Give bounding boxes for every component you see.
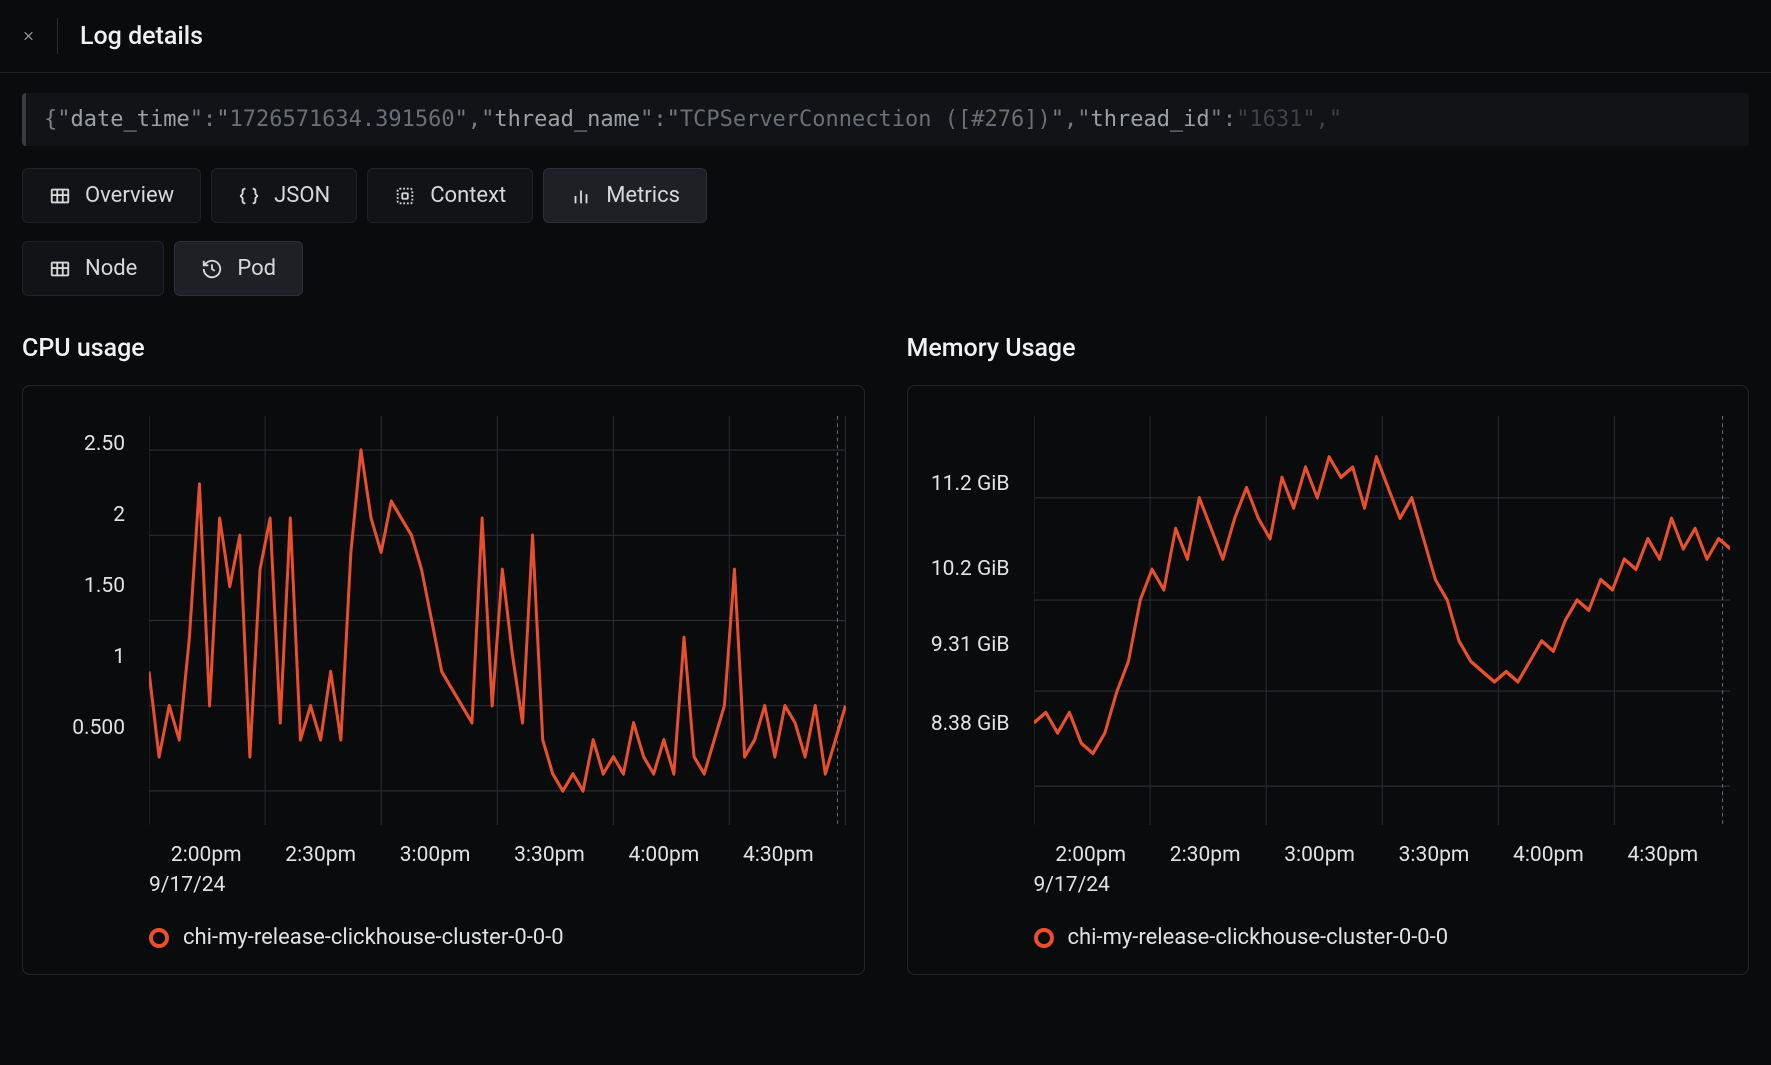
subtab-pod[interactable]: Pod [174, 241, 303, 296]
tab-json[interactable]: JSON [211, 168, 357, 223]
x-tick-label: 3:30pm [1377, 843, 1491, 867]
subtab-node-label: Node [85, 256, 137, 281]
x-tick-label: 4:00pm [607, 843, 721, 867]
mem-chart-title: Memory Usage [907, 334, 1750, 363]
mem-y-axis: 11.2 GiB 10.2 GiB 9.31 GiB 8.38 GiB [908, 416, 1010, 756]
raw-log-json[interactable]: {"date_time":"1726571634.391560","thread… [22, 93, 1749, 146]
chart-icon [570, 185, 592, 207]
mem-chart-svg [1034, 416, 1731, 825]
tab-overview-label: Overview [85, 183, 174, 208]
legend-swatch-icon [149, 928, 169, 948]
y-tick-label: 11.2 GiB [908, 472, 1010, 496]
x-tick-label: 4:00pm [1491, 843, 1605, 867]
mem-x-date: 9/17/24 [1034, 873, 1731, 897]
x-tick-label: 2:30pm [263, 843, 377, 867]
cpu-legend[interactable]: chi-my-release-clickhouse-cluster-0-0-0 [149, 925, 846, 950]
mem-chart-box[interactable]: 11.2 GiB 10.2 GiB 9.31 GiB 8.38 GiB 2:00pm2… [907, 385, 1750, 975]
y-tick-label: 1 [23, 645, 125, 669]
table-icon [49, 185, 71, 207]
header-bar: Log details [0, 0, 1771, 73]
cpu-x-axis: 2:00pm2:30pm3:00pm3:30pm4:00pm4:30pm [149, 843, 846, 867]
x-tick-label: 3:00pm [1262, 843, 1376, 867]
x-tick-label: 3:30pm [492, 843, 606, 867]
close-icon [22, 26, 35, 46]
cpu-chart-svg [149, 416, 846, 825]
page-title: Log details [80, 22, 203, 51]
y-tick-label: 9.31 GiB [908, 633, 1010, 657]
x-tick-label: 2:00pm [149, 843, 263, 867]
subtab-node[interactable]: Node [22, 241, 164, 296]
x-tick-label: 3:00pm [378, 843, 492, 867]
cpu-chart-block: CPU usage 2.5021.5010.500 2:00pm2:30pm3:… [22, 334, 865, 975]
tab-metrics-label: Metrics [606, 183, 680, 208]
mem-chart-block: Memory Usage 11.2 GiB 10.2 GiB 9.31 GiB 8.3… [907, 334, 1750, 975]
cpu-chart-box[interactable]: 2.50 2 1.50 1 0.500 2:00pm2:30pm3:00pm3:30pm… [22, 385, 865, 975]
y-tick-label: 2 [23, 503, 125, 527]
braces-icon [238, 185, 260, 207]
tab-context[interactable]: Context [367, 168, 533, 223]
legend-swatch-icon [1034, 928, 1054, 948]
tab-metrics[interactable]: Metrics [543, 168, 707, 223]
secondary-tabs: Node Pod [22, 241, 1749, 296]
x-tick-label: 2:30pm [1148, 843, 1262, 867]
mem-x-axis: 2:00pm2:30pm3:00pm3:30pm4:00pm4:30pm [1034, 843, 1731, 867]
y-tick-label: 8.38 GiB [908, 712, 1010, 736]
y-tick-label: 1.50 [23, 574, 125, 598]
cpu-y-axis: 2.50 2 1.50 1 0.500 [23, 416, 125, 756]
cpu-plot-area [149, 416, 846, 825]
mem-plot-area [1034, 416, 1731, 825]
y-tick-label: 10.2 GiB [908, 557, 1010, 581]
table-icon [49, 258, 71, 280]
subtab-pod-label: Pod [237, 256, 276, 281]
tab-json-label: JSON [274, 183, 330, 208]
tab-context-label: Context [430, 183, 506, 208]
primary-tabs: Overview JSON Context Metrics [22, 168, 1749, 223]
tab-overview[interactable]: Overview [22, 168, 201, 223]
cpu-chart-title: CPU usage [22, 334, 865, 363]
x-tick-label: 4:30pm [1606, 843, 1720, 867]
charts-container: CPU usage 2.5021.5010.500 2:00pm2:30pm3:… [22, 334, 1749, 975]
x-tick-label: 4:30pm [721, 843, 835, 867]
close-button[interactable] [22, 18, 58, 54]
cpu-legend-label: chi-my-release-clickhouse-cluster-0-0-0 [183, 925, 564, 950]
mem-legend-label: chi-my-release-clickhouse-cluster-0-0-0 [1068, 925, 1449, 950]
cpu-x-date: 9/17/24 [149, 873, 846, 897]
history-icon [201, 258, 223, 280]
context-icon [394, 185, 416, 207]
y-tick-label: 2.50 [23, 432, 125, 456]
mem-legend[interactable]: chi-my-release-clickhouse-cluster-0-0-0 [1034, 925, 1731, 950]
y-tick-label: 0.500 [23, 716, 125, 740]
x-tick-label: 2:00pm [1034, 843, 1148, 867]
